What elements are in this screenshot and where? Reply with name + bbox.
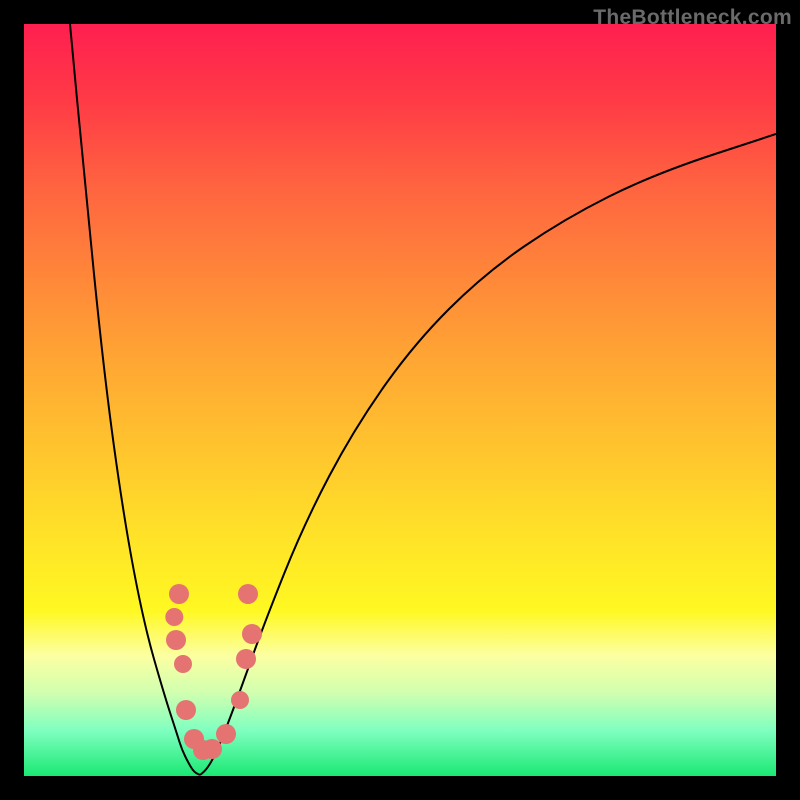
curve-svg xyxy=(24,24,776,776)
marker-dot xyxy=(176,700,196,720)
marker-dot xyxy=(202,739,222,759)
marker-dot xyxy=(242,624,262,644)
marker-dot xyxy=(165,608,183,626)
marker-dot xyxy=(231,691,249,709)
gradient-frame xyxy=(24,24,776,776)
marker-dot xyxy=(169,584,189,604)
marker-dot xyxy=(236,649,256,669)
marker-dot xyxy=(166,630,186,650)
marker-dot xyxy=(238,584,258,604)
marker-dot xyxy=(216,724,236,744)
marker-dot xyxy=(174,655,192,673)
chart-container: TheBottleneck.com xyxy=(0,0,800,800)
curve-right-branch xyxy=(200,134,776,775)
